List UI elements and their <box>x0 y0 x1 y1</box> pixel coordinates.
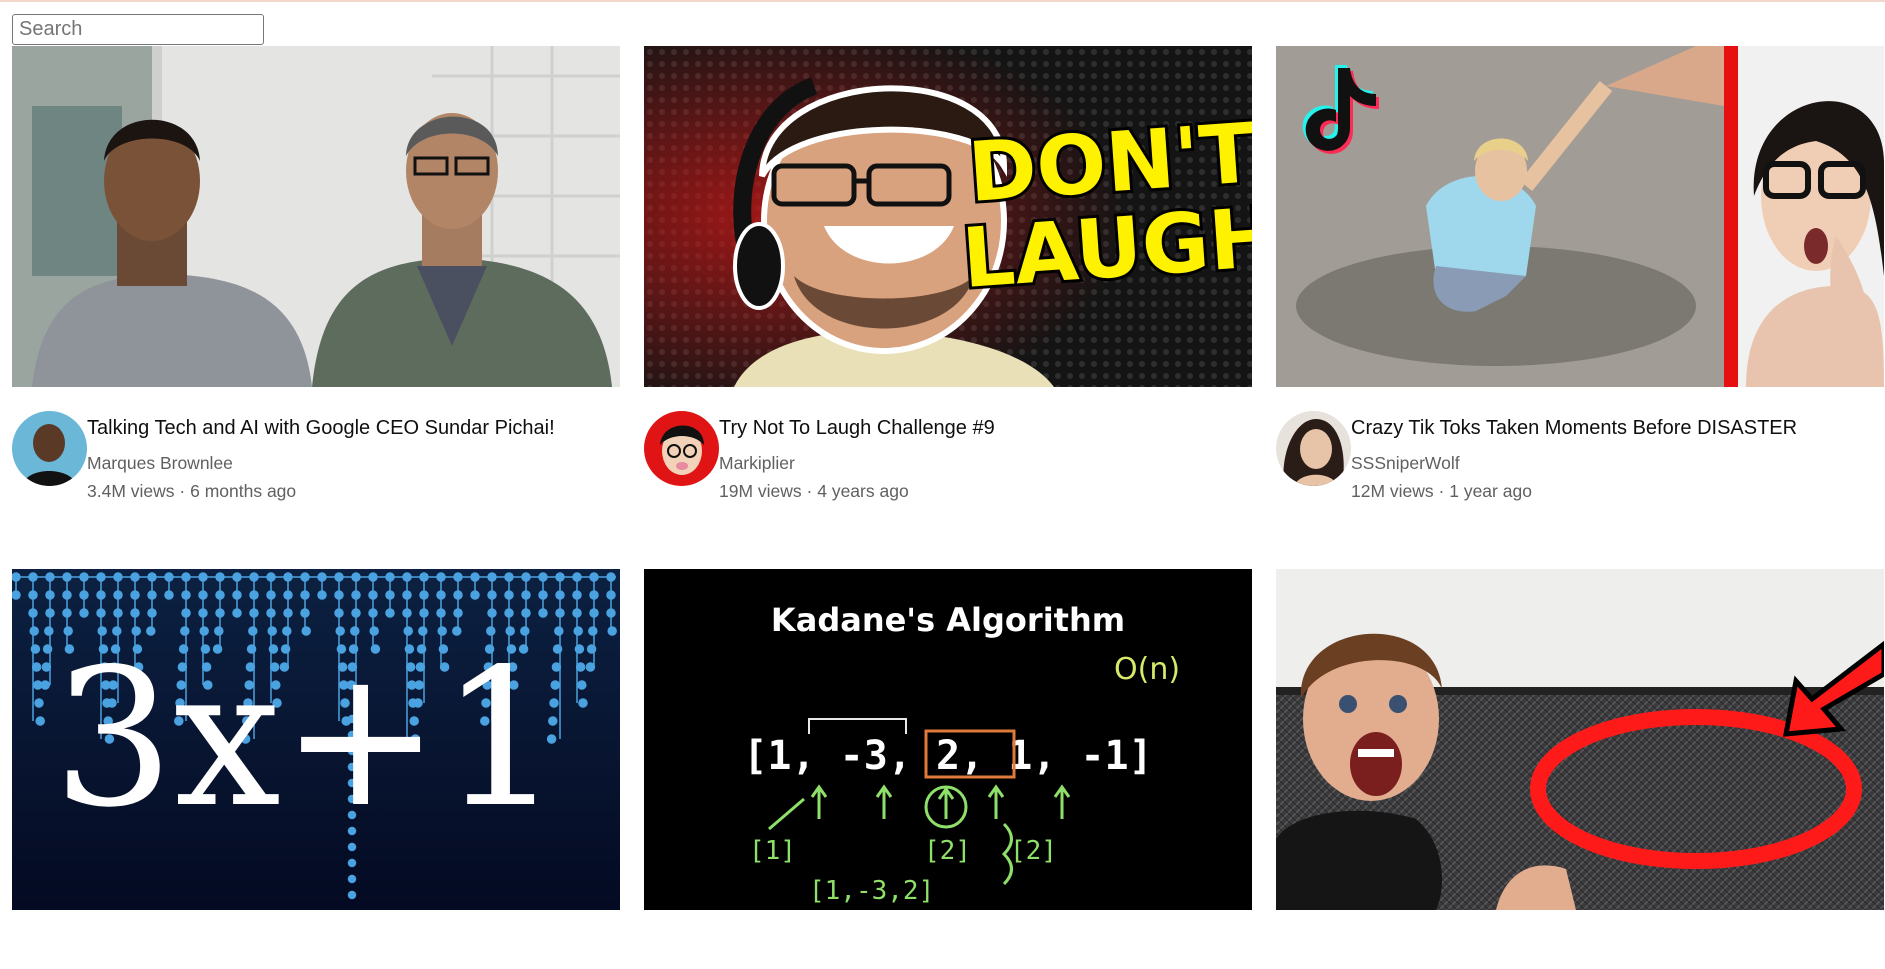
channel-name[interactable]: Markiplier <box>719 451 995 475</box>
stats-separator: · <box>1433 481 1450 501</box>
upload-age: 4 years ago <box>817 481 909 501</box>
upload-age: 1 year ago <box>1449 481 1532 501</box>
subarray-label: [2] <box>1010 836 1057 866</box>
stats-separator: · <box>174 481 191 501</box>
stats-separator: · <box>801 481 818 501</box>
video-thumbnail[interactable]: 3x+1 <box>12 569 620 910</box>
subarray-label: [1] <box>749 836 796 866</box>
thumbnail-text: 3x+1 <box>53 628 561 849</box>
subarray-label: [1,-3,2] <box>809 876 934 906</box>
channel-avatar[interactable] <box>12 411 87 486</box>
top-divider <box>0 0 1885 2</box>
video-thumbnail[interactable]: Kadane's Algorithm O(n) [1, -3, 2, 1, -1… <box>644 569 1252 910</box>
video-card[interactable]: Kadane's Algorithm O(n) [1, -3, 2, 1, -1… <box>644 569 1252 969</box>
channel-name[interactable]: Marques Brownlee <box>87 451 555 475</box>
channel-avatar[interactable] <box>644 411 719 486</box>
video-stats: 3.4M views · 6 months ago <box>87 479 555 503</box>
video-thumbnail[interactable] <box>1276 46 1884 387</box>
channel-name[interactable]: SSSniperWolf <box>1351 451 1797 475</box>
video-thumbnail[interactable]: DON'T LAUGH <box>644 46 1252 387</box>
video-grid: Talking Tech and AI with Google CEO Sund… <box>12 46 1885 969</box>
video-card[interactable] <box>1276 569 1884 969</box>
video-title[interactable]: Crazy Tik Toks Taken Moments Before DISA… <box>1351 415 1797 441</box>
video-card[interactable]: 3x+1 <box>12 569 620 969</box>
video-card[interactable]: Talking Tech and AI with Google CEO Sund… <box>12 46 620 569</box>
video-thumbnail[interactable] <box>1276 569 1884 910</box>
upload-age: 6 months ago <box>190 481 297 501</box>
video-thumbnail[interactable] <box>12 46 620 387</box>
view-count: 3.4M views <box>87 481 175 501</box>
video-stats: 19M views · 4 years ago <box>719 479 995 503</box>
video-title[interactable]: Try Not To Laugh Challenge #9 <box>719 415 995 441</box>
complexity-annotation: O(n) <box>1114 652 1180 687</box>
thumbnail-array: [1, -3, 2, 1, -1] <box>743 733 1152 779</box>
video-stats: 12M views · 1 year ago <box>1351 479 1797 503</box>
subarray-label: [2] <box>924 836 971 866</box>
video-card[interactable]: DON'T LAUGH Try Not To Laugh Challenge #… <box>644 46 1252 569</box>
search-input[interactable] <box>12 14 264 45</box>
channel-avatar[interactable] <box>1276 411 1351 486</box>
view-count: 19M views <box>719 481 802 501</box>
video-card[interactable]: Crazy Tik Toks Taken Moments Before DISA… <box>1276 46 1884 569</box>
video-title[interactable]: Talking Tech and AI with Google CEO Sund… <box>87 415 555 441</box>
thumbnail-title: Kadane's Algorithm <box>771 601 1125 639</box>
view-count: 12M views <box>1351 481 1434 501</box>
